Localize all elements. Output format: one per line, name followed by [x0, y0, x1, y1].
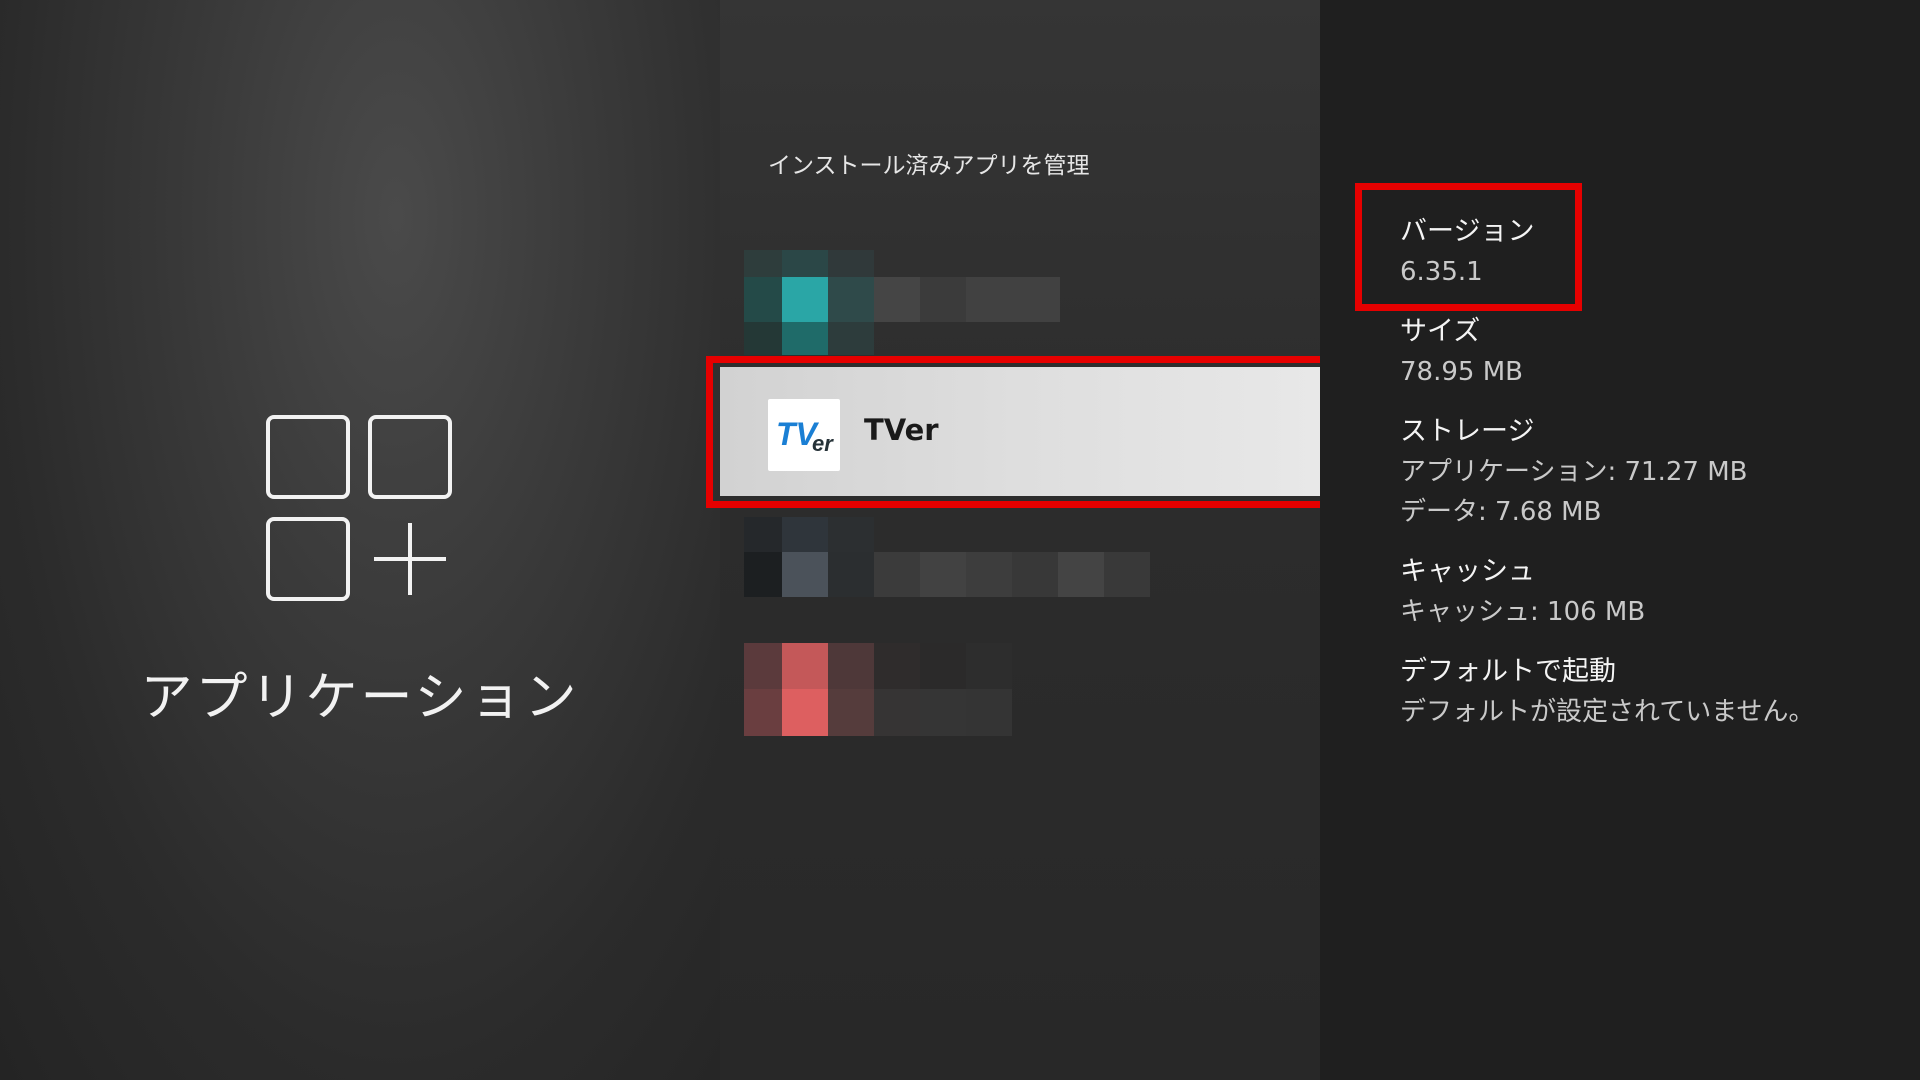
version-value: 6.35.1: [1400, 257, 1483, 287]
category-title: アプリケーション: [140, 668, 580, 728]
cache-label: キャッシュ: [1400, 556, 1535, 587]
category-panel: アプリケーション: [0, 0, 720, 1080]
app-settings-screen: アプリケーション インストール済みアプリを管理 TV er TVer バージョン…: [0, 0, 1920, 1080]
list-item-obscured[interactable]: [744, 517, 1164, 597]
app-details-panel: バージョン 6.35.1 サイズ 78.95 MB ストレージ アプリケーション…: [1320, 0, 1920, 1080]
version-section: バージョン 6.35.1: [1400, 212, 1534, 292]
default-launch-label: デフォルトで起動: [1400, 656, 1616, 687]
default-launch-section: デフォルトで起動 デフォルトが設定されていません。: [1400, 652, 1820, 732]
list-item-obscured[interactable]: [744, 643, 1014, 736]
installed-apps-panel: インストール済みアプリを管理 TV er TVer: [706, 0, 1332, 1080]
tver-logo-graphic: TV er: [776, 416, 834, 456]
size-label: サイズ: [1400, 316, 1481, 347]
app-name: TVer: [864, 413, 939, 447]
size-section: サイズ 78.95 MB: [1400, 312, 1523, 392]
storage-data-value: データ: 7.68 MB: [1400, 497, 1602, 527]
cache-value: キャッシュ: 106 MB: [1400, 597, 1646, 627]
size-value: 78.95 MB: [1400, 357, 1523, 387]
list-heading: インストール済みアプリを管理: [768, 153, 1090, 179]
apps-add-icon: [266, 415, 452, 601]
storage-label: ストレージ: [1400, 416, 1535, 447]
cache-section: キャッシュ キャッシュ: 106 MB: [1400, 552, 1645, 632]
storage-section: ストレージ アプリケーション: 71.27 MB データ: 7.68 MB: [1400, 412, 1747, 532]
version-label: バージョン: [1400, 216, 1535, 247]
tver-logo: TV er: [768, 399, 840, 471]
svg-text:er: er: [812, 431, 834, 456]
list-item-obscured[interactable]: [744, 250, 1064, 355]
default-launch-value: デフォルトが設定されていません。: [1400, 697, 1815, 727]
list-item-selected[interactable]: TV er TVer: [720, 367, 1320, 496]
storage-app-value: アプリケーション: 71.27 MB: [1400, 457, 1748, 487]
